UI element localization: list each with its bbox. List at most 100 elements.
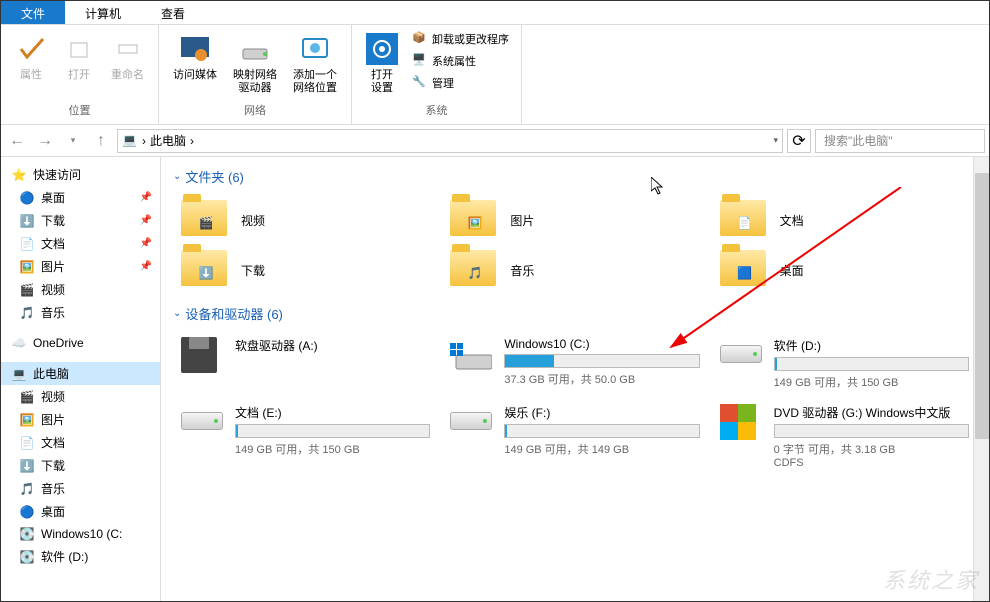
- drive-icon: [181, 337, 225, 369]
- drives-section-header[interactable]: ⌄ 设备和驱动器 (6): [161, 300, 989, 327]
- folder-icon: 📄: [720, 200, 768, 240]
- drive-tile[interactable]: Windows10 (C:) 37.3 GB 可用，共 50.0 GB: [450, 337, 699, 390]
- sidebar-item-downloads[interactable]: ⬇️下载📌: [1, 209, 160, 232]
- sidebar-item-pictures[interactable]: 🖼️图片📌: [1, 255, 160, 278]
- music-icon: 🎵: [19, 481, 35, 497]
- drive-usage-bar: [504, 354, 699, 368]
- star-icon: ⭐: [11, 167, 27, 183]
- folder-tile[interactable]: 🟦桌面: [720, 250, 969, 290]
- forward-button[interactable]: →: [33, 129, 57, 153]
- sidebar-label: 此电脑: [33, 365, 69, 382]
- sidebar-item-desktop2[interactable]: 🔵桌面: [1, 500, 160, 523]
- drive-stats: 149 GB 可用，共 150 GB: [774, 374, 969, 390]
- manage-icon: 🔧: [412, 75, 428, 91]
- map-drive-button[interactable]: 映射网络 驱动器: [227, 29, 283, 102]
- folder-tile[interactable]: ⬇️下载: [181, 250, 430, 290]
- drive-stats: 0 字节 可用，共 3.18 GB: [774, 441, 969, 457]
- drive-icon: 💽: [19, 526, 35, 542]
- sidebar-item-music2[interactable]: 🎵音乐: [1, 477, 160, 500]
- music-icon: 🎵: [19, 305, 35, 321]
- open-settings-button[interactable]: 打开 设置: [360, 29, 404, 102]
- access-media-button[interactable]: 访问媒体: [167, 29, 223, 102]
- drive-usage-bar: [235, 424, 430, 438]
- sidebar-quick-access[interactable]: ⭐ 快速访问: [1, 163, 160, 186]
- rename-icon: [112, 33, 144, 65]
- ribbon-group-system: 打开 设置 📦 卸载或更改程序 🖥️ 系统属性 🔧 管理 系统: [352, 25, 522, 124]
- drive-name: 娱乐 (F:): [504, 404, 699, 421]
- chevron-down-icon: ⌄: [173, 171, 181, 182]
- recent-dropdown[interactable]: ▾: [61, 129, 85, 153]
- folder-icon: 🖼️: [450, 200, 498, 240]
- sidebar-item-drive-c[interactable]: 💽Windows10 (C:: [1, 523, 160, 545]
- drive-stats: 149 GB 可用，共 150 GB: [235, 441, 430, 457]
- scrollbar-thumb[interactable]: [975, 173, 989, 439]
- scrollbar[interactable]: [973, 157, 989, 601]
- drive-tile[interactable]: 软件 (D:) 149 GB 可用，共 150 GB: [720, 337, 969, 390]
- picture-icon: 🖼️: [19, 259, 35, 275]
- folder-tile[interactable]: 🎵音乐: [450, 250, 699, 290]
- sidebar-item-pictures2[interactable]: 🖼️图片: [1, 408, 160, 431]
- drive-tile[interactable]: 文档 (E:) 149 GB 可用，共 150 GB: [181, 404, 430, 469]
- rename-label: 重命名: [111, 69, 144, 82]
- back-button[interactable]: ←: [5, 129, 29, 153]
- tab-computer[interactable]: 计算机: [65, 1, 141, 24]
- sidebar-label: 下载: [41, 457, 65, 474]
- settings-icon: [366, 33, 398, 65]
- address-bar[interactable]: 💻 › 此电脑 › ▾: [117, 129, 783, 153]
- sidebar-this-pc[interactable]: 💻此电脑: [1, 362, 160, 385]
- folder-tile[interactable]: 🎬视频: [181, 200, 430, 240]
- drive-name: DVD 驱动器 (G:) Windows中文版: [774, 404, 969, 421]
- checkmark-icon: [15, 33, 47, 65]
- tab-view[interactable]: 查看: [141, 1, 205, 24]
- search-input[interactable]: 搜索"此电脑": [815, 129, 985, 153]
- uninstall-button[interactable]: 📦 卸载或更改程序: [408, 29, 513, 49]
- sidebar-item-drive-d[interactable]: 💽软件 (D:): [1, 545, 160, 568]
- refresh-button[interactable]: ⟳: [787, 129, 811, 153]
- manage-label: 管理: [432, 75, 454, 91]
- sidebar-item-documents[interactable]: 📄文档📌: [1, 232, 160, 255]
- access-media-label: 访问媒体: [173, 69, 217, 82]
- sidebar-item-videos[interactable]: 🎬视频: [1, 278, 160, 301]
- folder-label: 文档: [780, 212, 804, 229]
- up-button[interactable]: ↑: [89, 129, 113, 153]
- map-drive-label: 映射网络 驱动器: [233, 69, 277, 95]
- manage-button[interactable]: 🔧 管理: [408, 73, 513, 93]
- address-dropdown-icon[interactable]: ▾: [773, 135, 778, 146]
- sidebar-label: 桌面: [41, 189, 65, 206]
- drive-fs: CDFS: [774, 457, 969, 469]
- drive-tile[interactable]: DVD 驱动器 (G:) Windows中文版 0 字节 可用，共 3.18 G…: [720, 404, 969, 469]
- sidebar-item-downloads2[interactable]: ⬇️下载: [1, 454, 160, 477]
- ribbon-group-network-label: 网络: [167, 102, 343, 120]
- drive-tile[interactable]: 娱乐 (F:) 149 GB 可用，共 149 GB: [450, 404, 699, 469]
- open-button[interactable]: 打开: [57, 29, 101, 102]
- sidebar-item-music[interactable]: 🎵音乐: [1, 301, 160, 324]
- sidebar-item-documents2[interactable]: 📄文档: [1, 431, 160, 454]
- ribbon: 属性 打开 重命名 位置 访问媒体 映射网络 驱动器: [1, 25, 989, 125]
- drive-tile[interactable]: 软盘驱动器 (A:): [181, 337, 430, 390]
- folder-tile[interactable]: 🖼️ 图片: [450, 200, 699, 240]
- folders-section-header[interactable]: ⌄ 文件夹 (6): [161, 163, 989, 190]
- sidebar-label: 桌面: [41, 503, 65, 520]
- properties-button[interactable]: 属性: [9, 29, 53, 102]
- add-network-location-button[interactable]: 添加一个 网络位置: [287, 29, 343, 102]
- folder-icon: 🟦: [720, 250, 768, 290]
- sidebar-onedrive[interactable]: ☁️OneDrive: [1, 332, 160, 354]
- open-label: 打开: [68, 69, 90, 82]
- rename-button[interactable]: 重命名: [105, 29, 150, 102]
- folder-label: 图片: [510, 212, 534, 229]
- sidebar-item-desktop[interactable]: 🔵桌面📌: [1, 186, 160, 209]
- address-sep: ›: [142, 134, 146, 148]
- document-icon: 📄: [19, 236, 35, 252]
- monitor-icon: 🖥️: [412, 53, 428, 69]
- ribbon-group-network: 访问媒体 映射网络 驱动器 添加一个 网络位置 网络: [159, 25, 352, 124]
- address-location: 此电脑: [150, 132, 186, 149]
- drive-stats: 149 GB 可用，共 149 GB: [504, 441, 699, 457]
- system-properties-button[interactable]: 🖥️ 系统属性: [408, 51, 513, 71]
- folder-tile[interactable]: 📄 文档: [720, 200, 969, 240]
- drives-section-title: 设备和驱动器 (6): [185, 304, 283, 323]
- sidebar-label: 下载: [41, 212, 65, 229]
- system-properties-label: 系统属性: [432, 53, 476, 69]
- sidebar-item-videos2[interactable]: 🎬视频: [1, 385, 160, 408]
- tab-file[interactable]: 文件: [1, 1, 65, 24]
- open-settings-label: 打开 设置: [371, 69, 393, 95]
